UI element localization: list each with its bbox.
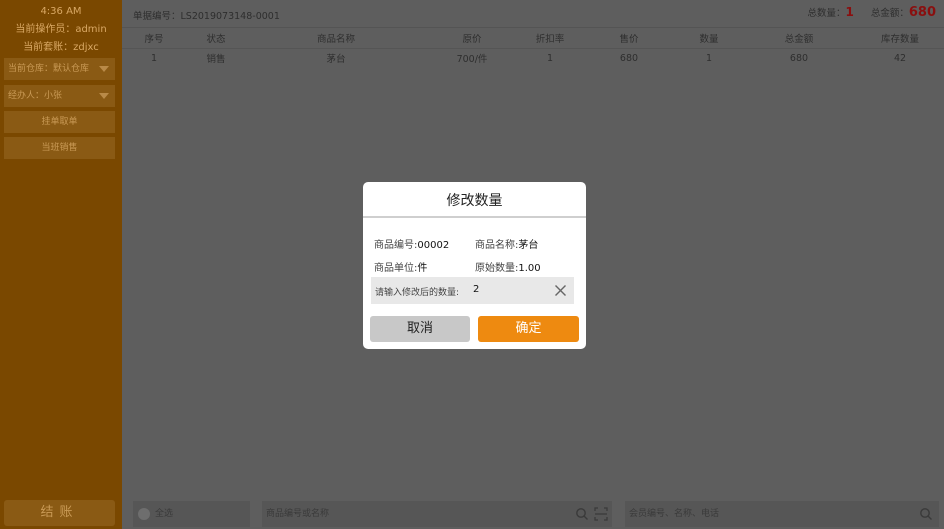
column-header-index: 序号 [122,28,186,49]
close-icon[interactable] [554,284,567,297]
original-qty-value: 1.00 [518,263,541,274]
warehouse-select-label: 当前仓库：默认仓库 [8,64,90,74]
column-header-total: 总金额 [742,28,856,49]
original-qty-label: 原始数量: [475,263,519,274]
edit-quantity-dialog: 修改数量 商品编号:00002 商品名称:茅台 商品单位:件 原始数量:1.00… [363,182,586,349]
original-qty-field: 原始数量:1.00 [475,259,541,274]
column-header-discount: 折扣率 [518,28,582,49]
new-quantity-input[interactable]: 请输入修改后的数量: 2 [371,277,574,304]
radio-circle-icon [138,508,150,520]
product-code-value: 00002 [417,240,450,251]
member-search-input[interactable]: 会员编号、名称、电话 [625,501,939,527]
checkout-button[interactable]: 结账 [4,500,115,526]
total-amount-label: 总金额： [870,8,909,19]
cell-discount: 1 [546,52,554,64]
order-header: 单据编号：LS2019073148-0001 总数量：1 总金额：680 [122,0,944,28]
column-header-status: 状态 [186,28,246,49]
product-unit-field: 商品单位:件 [374,259,427,274]
cell-original-price: 700/件 [456,54,488,66]
product-code-label: 商品编号: [374,240,418,251]
dialog-title: 修改数量 [446,193,503,209]
new-quantity-value: 2 [473,284,480,295]
column-header-sale-price: 售价 [582,28,676,49]
table-row[interactable]: 1 销售 茅台 700/件 1 680 1 680 42 [122,48,944,68]
current-class-sales-button[interactable]: 当班销售 [4,137,115,159]
dialog-divider [363,216,586,218]
scan-icon[interactable] [594,507,608,521]
cell-quantity: 1 [705,52,713,64]
confirm-button[interactable]: 确定 [478,316,579,342]
cell-stock: 42 [893,52,907,64]
total-amount: 680 [908,5,936,20]
cancel-button[interactable]: 取消 [370,316,470,342]
handler-select[interactable]: 经办人：小张 [4,85,115,107]
cell-product-name: 茅台 [326,54,346,66]
total-qty-label: 总数量： [807,8,846,19]
warehouse-select[interactable]: 当前仓库：默认仓库 [4,58,115,80]
current-operator: 当前操作员：admin [15,24,107,35]
product-search-input[interactable]: 商品编号或名称 [262,501,612,527]
column-header-product-name: 商品名称 [246,28,426,49]
product-unit-label: 商品单位: [374,263,418,274]
product-name-label: 商品名称: [475,240,519,251]
product-search-placeholder: 商品编号或名称 [266,509,330,519]
search-icon[interactable] [575,507,589,521]
member-search-placeholder: 会员编号、名称、电话 [629,509,720,519]
order-table: 序号 状态 商品名称 原价 折扣率 售价 数量 总金额 库存数量 1 销售 茅台… [122,28,944,68]
column-header-stock: 库存数量 [856,28,944,49]
select-all-checkbox[interactable]: 全选 [133,501,250,527]
product-name-value: 茅台 [518,240,539,251]
cell-index: 1 [150,52,158,64]
clock: 4:36 AM [40,6,82,17]
product-code-field: 商品编号:00002 [374,236,449,251]
order-number: 单据编号：LS2019073148-0001 [133,11,280,22]
cell-status: 销售 [206,54,226,66]
chevron-down-icon [99,66,109,72]
product-unit-value: 件 [417,263,428,274]
chevron-down-icon [99,93,109,99]
column-header-quantity: 数量 [676,28,742,49]
new-quantity-label: 请输入修改后的数量: [375,288,460,298]
handler-select-label: 经办人：小张 [8,91,63,101]
total-qty: 1 [845,5,854,19]
cell-sale-price: 680 [619,52,639,64]
sidebar: 4:36 AM 当前操作员：admin 当前套账：zdjxc 当前仓库：默认仓库… [0,0,122,529]
product-name-field: 商品名称:茅台 [475,236,538,251]
hold-order-button[interactable]: 挂单取单 [4,111,115,133]
table-header-row: 序号 状态 商品名称 原价 折扣率 售价 数量 总金额 库存数量 [122,28,944,49]
column-header-original-price: 原价 [426,28,518,49]
select-all-label: 全选 [155,509,174,519]
current-package: 当前套账：zdjxc [23,42,99,53]
search-icon[interactable] [919,507,933,521]
bottom-bar: 全选 商品编号或名称 会员编号、名称、电话 [122,498,944,529]
cell-total: 680 [789,52,809,64]
totals: 总数量：1 总金额：680 [807,5,936,20]
